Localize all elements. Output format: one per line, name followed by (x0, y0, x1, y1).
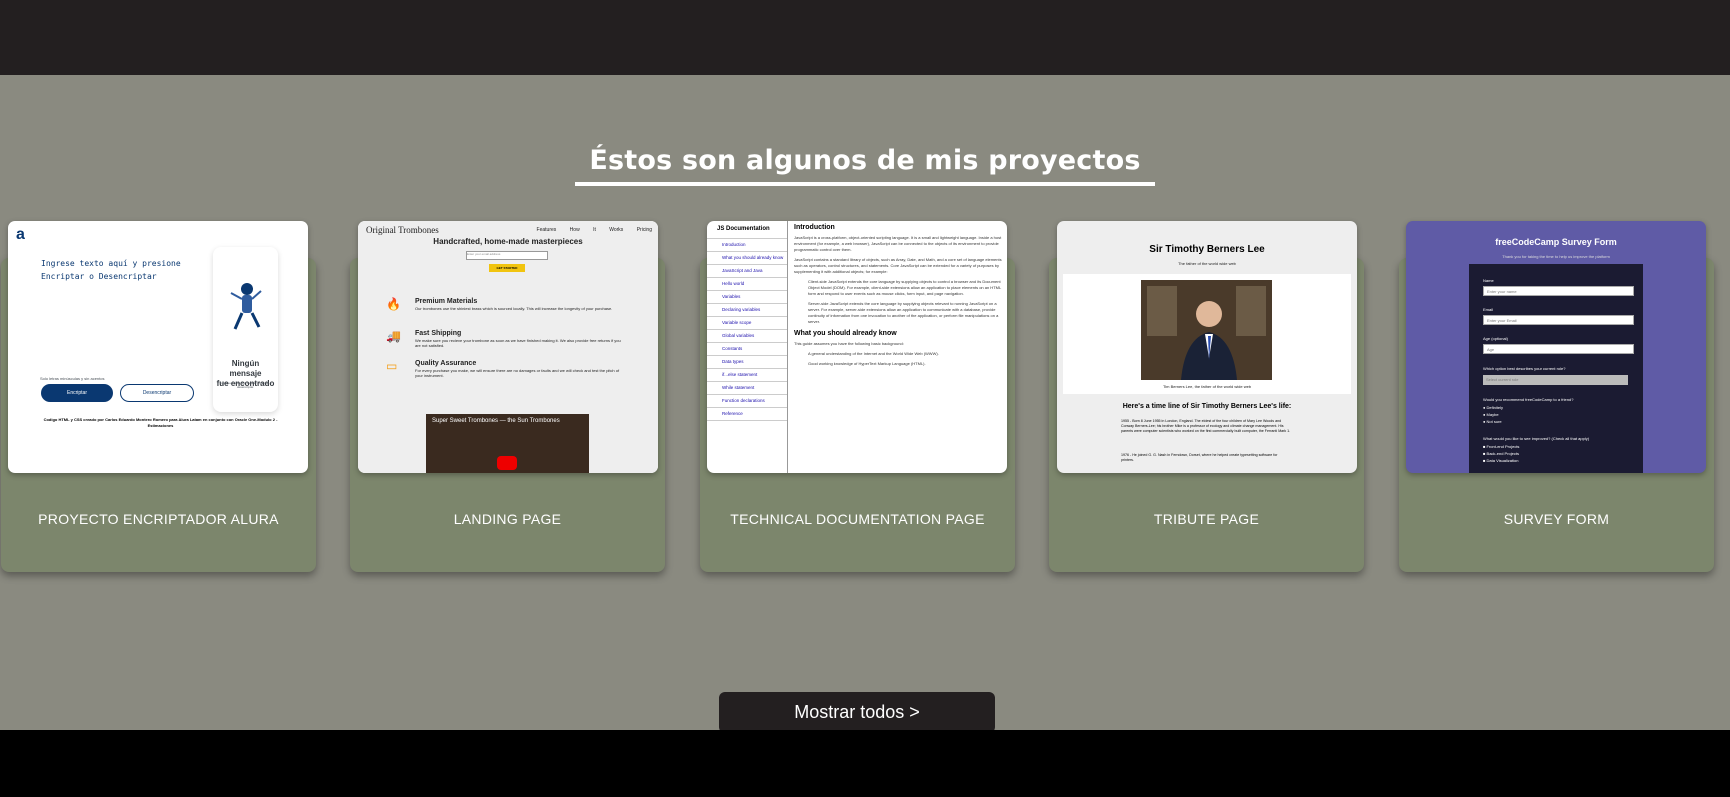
portrait-photo (1141, 280, 1272, 380)
timeline-item: 1976 - He joined G. G. Nash in Ferndown,… (1121, 453, 1278, 462)
name-field: Enter your name (1483, 286, 1634, 296)
doc-section-title: Introduction (794, 224, 835, 231)
alura-logo: a (16, 226, 25, 243)
doc-nav-item: While statement (707, 382, 787, 395)
result-text: Ingresa el texto que deseas encriptar o … (219, 381, 272, 389)
doc-nav-item: Constants (707, 343, 787, 356)
radio-option: ● Definitely (1483, 405, 1503, 410)
doc-paragraph: Client-side JavaScript extends the core … (808, 279, 1002, 296)
tribute-caption: Tim Berners Lee, the father of the world… (1162, 384, 1252, 389)
section-heading: Éstos son algunos de mis proyectos (575, 145, 1155, 186)
doc-paragraph: JavaScript is a cross-platform, object-o… (794, 235, 1002, 252)
doc-paragraph: This guide assumes you have the followin… (794, 341, 904, 346)
radio-option: ● Maybe (1483, 412, 1499, 417)
bottom-bar (0, 730, 1730, 797)
project-preview-encriptador[interactable]: a Ingrese texto aquí y presione Encripta… (8, 221, 308, 473)
project-title[interactable]: TECHNICAL DOCUMENTATION PAGE (700, 511, 1015, 527)
tribute-subtitle: The father of the world wide web (1178, 261, 1236, 266)
info-text: Solo letras minúsculas y sin acentos (40, 376, 105, 381)
age-field: Age (1483, 344, 1634, 354)
preview-footer: Codigo HTML y CSS creado por Carlos Edua… (43, 417, 278, 428)
doc-nav-title: JS Documentation (707, 221, 787, 239)
youtube-play-icon (497, 456, 517, 470)
tribute-title: Sir Timothy Berners Lee (1149, 244, 1265, 255)
checkbox-option: ■ Back-end Projects (1483, 451, 1519, 456)
doc-sidebar: JS Documentation Introduction What you s… (707, 221, 788, 473)
doc-nav-item: JavaScript and Java (707, 265, 787, 278)
doc-nav-item: Data types (707, 356, 787, 369)
email-field: Enter your Email (1483, 315, 1634, 325)
radio-option: ● Not sure (1483, 419, 1502, 424)
checkbox-option: ■ Data Visualization (1483, 458, 1519, 463)
doc-nav-item: Declaring variables (707, 304, 787, 317)
person-photo-icon (1141, 280, 1272, 380)
role-select: Select current role (1483, 375, 1628, 385)
encrypt-button: Encriptar (41, 384, 113, 402)
survey-subtitle: Thank you for taking the time to help us… (1502, 254, 1610, 259)
project-preview-documentation[interactable]: JS Documentation Introduction What you s… (707, 221, 1007, 473)
project-preview-survey[interactable]: freeCodeCamp Survey Form Thank you for t… (1406, 221, 1706, 473)
landing-headline: Handcrafted, home-made masterpieces (433, 237, 583, 246)
doc-main: Introduction JavaScript is a cross-platf… (794, 224, 1004, 371)
project-title[interactable]: LANDING PAGE (350, 511, 665, 527)
doc-paragraph: JavaScript contains a standard library o… (794, 257, 1002, 274)
project-preview-landing[interactable]: Original Trombones Features How It Works… (358, 221, 658, 473)
doc-paragraph: Server-side JavaScript extends the core … (808, 301, 999, 324)
doc-section-title: What you should already know (794, 330, 897, 337)
encrypt-textarea: Ingrese texto aquí y presione Encriptar … (41, 259, 181, 281)
form-label: Age (optional) (1483, 336, 1508, 341)
truck-icon: 🚚 (386, 329, 401, 343)
form-label: Name (1483, 278, 1494, 283)
project-title[interactable]: SURVEY FORM (1399, 511, 1714, 527)
doc-nav-item: Global variables (707, 330, 787, 343)
feature-item: Fast Shipping We make sure you recieve yo… (415, 330, 621, 348)
project-preview-tribute[interactable]: Sir Timothy Berners Lee The father of th… (1057, 221, 1357, 473)
doc-nav-item: Variables (707, 291, 787, 304)
feature-item: Premium Materials Our trombones use the s… (415, 298, 613, 311)
doc-nav-item: Hello world (707, 278, 787, 291)
form-label: Which option best describes your current… (1483, 366, 1566, 371)
fire-icon: 🔥 (386, 297, 401, 311)
landing-nav: Features How It Works Pricing (536, 227, 652, 233)
timeline-item: 1955 - Born 8 June 1955 in London, Engla… (1121, 419, 1291, 433)
person-illustration-icon (230, 283, 262, 330)
landing-email-input: Enter your email address (466, 251, 548, 260)
top-bar (0, 0, 1730, 75)
doc-paragraph: A general understanding of the Internet … (808, 351, 939, 356)
doc-nav-item: Introduction (707, 239, 787, 252)
doc-nav-item: Variable scope (707, 317, 787, 330)
doc-nav-item: Function declarations (707, 395, 787, 408)
form-label: Email (1483, 307, 1494, 312)
show-all-button[interactable]: Mostrar todos > (719, 692, 995, 733)
form-label: Would you recommend freeCodeCamp to a fr… (1483, 397, 1574, 402)
doc-nav-item: Reference (707, 408, 787, 421)
checkbox-option: ■ Front-end Projects (1483, 444, 1520, 449)
decrypt-button: Desencriptar (120, 384, 194, 402)
feature-item: Quality Assurance For every purchase you … (415, 360, 620, 378)
survey-title: freeCodeCamp Survey Form (1495, 237, 1617, 247)
result-panel: Ningún mensaje fue encontrado Ingresa el… (213, 247, 278, 412)
form-label: What would you like to see improved? (Ch… (1483, 436, 1590, 441)
doc-nav-item: What you should already know (707, 252, 787, 265)
landing-logo: Original Trombones (366, 225, 439, 235)
section-heading-wrap: Éstos son algunos de mis proyectos (0, 145, 1730, 186)
video-embed: Super Sweet Trombones — the Sun Trombone… (426, 414, 589, 473)
project-title[interactable]: PROYECTO ENCRIPTADOR ALURA (1, 511, 316, 527)
timeline-title: Here's a time line of Sir Timothy Berner… (1122, 403, 1292, 410)
video-title: Super Sweet Trombones — the Sun Trombone… (432, 418, 560, 424)
survey-form: Name Enter your name Email Enter your Em… (1469, 264, 1643, 473)
doc-nav-item: if...else statement (707, 369, 787, 382)
project-title[interactable]: TRIBUTE PAGE (1049, 511, 1364, 527)
doc-paragraph: Good working knowledge of HyperText Mark… (808, 361, 926, 366)
tribute-image-box: Tim Berners Lee, the father of the world… (1063, 274, 1351, 394)
battery-icon: ▭ (386, 359, 398, 373)
landing-get-started-button: GET STARTED (489, 264, 525, 272)
